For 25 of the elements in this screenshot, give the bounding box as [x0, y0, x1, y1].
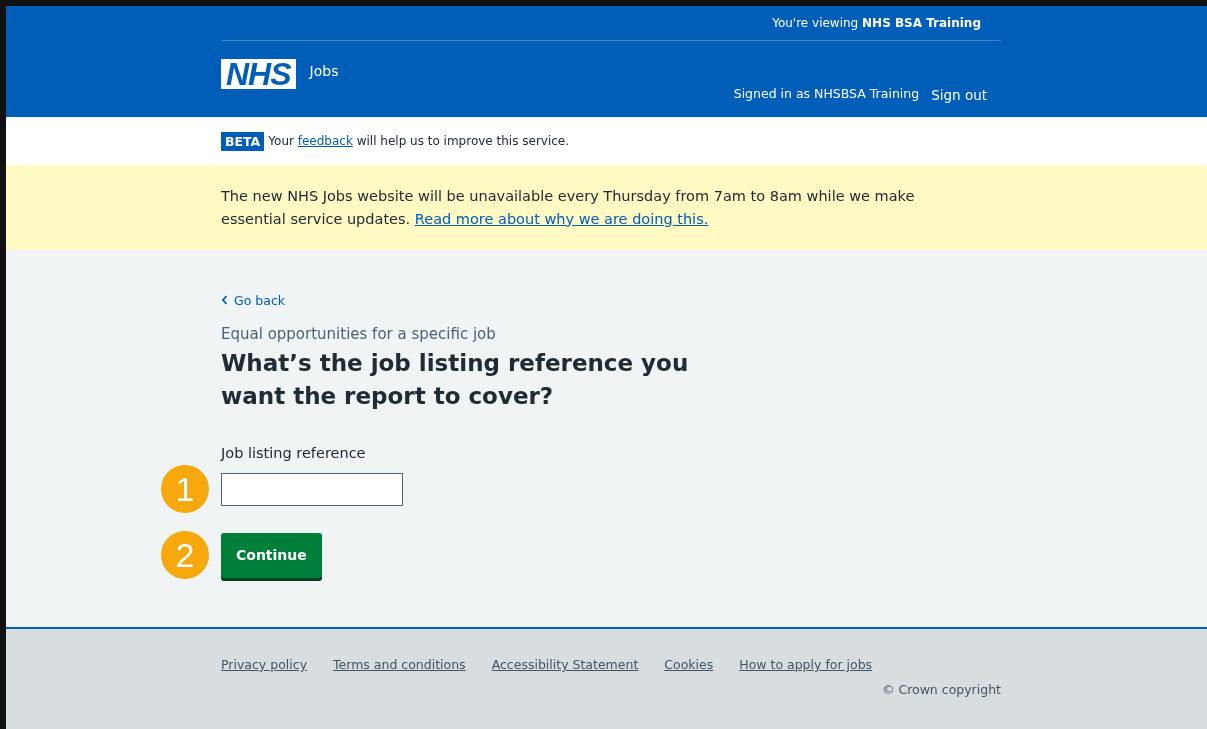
read-more-link[interactable]: Read more about why we are doing this. [414, 210, 709, 227]
footer-link[interactable]: Cookies [664, 657, 714, 672]
page-heading: What’s the job listing reference you want the report to cover? [221, 349, 690, 411]
footer-link[interactable]: Terms and conditions [333, 657, 466, 672]
signed-in-text: Signed in as NHSBSA Training [733, 86, 920, 101]
footer-link[interactable]: Accessibility Statement [491, 657, 639, 672]
logo[interactable]: NHS [221, 59, 296, 89]
sign-out-link[interactable]: Sign out [931, 87, 987, 103]
beta-tag: BETA [221, 131, 265, 151]
service-name: Jobs [309, 63, 339, 79]
feedback-link[interactable]: feedback [297, 134, 353, 148]
notice-text: The new NHS Jobs website will be unavailable every Thursday from 7am to 8am while we make essential service updates. Read more about why we are doing this. [221, 186, 916, 229]
field-label: Job listing reference [221, 445, 367, 461]
continue-button[interactable]: Continue [221, 532, 322, 578]
back-link[interactable]: Go back [221, 292, 285, 308]
footer-link[interactable]: Privacy policy [221, 657, 308, 672]
callout-marker: 2 [161, 531, 209, 579]
caption-text: Equal opportunities for a specific job [221, 325, 497, 343]
beta-text: Your feedback will help us to improve this service. [268, 134, 570, 148]
chevron-left-icon [221, 295, 228, 305]
copyright-text: © Crown copyright [880, 682, 1001, 697]
callout-marker: 1 [161, 465, 209, 513]
reference-input[interactable] [221, 472, 403, 506]
footer-link[interactable]: How to apply for jobs [739, 657, 873, 672]
viewing-text: You're viewing NHS BSA Training [772, 16, 981, 30]
